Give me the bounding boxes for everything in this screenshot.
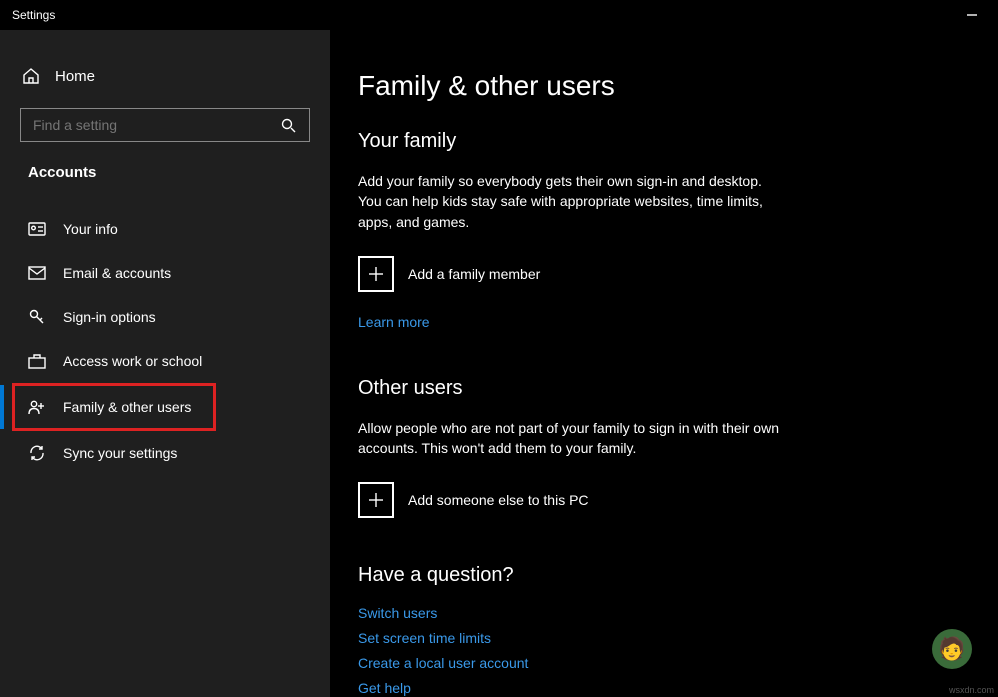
page-title: Family & other users	[358, 70, 964, 102]
main-content: Family & other users Your family Add you…	[330, 30, 998, 697]
key-icon	[28, 308, 46, 326]
plus-icon	[358, 482, 394, 518]
search-box[interactable]	[20, 108, 310, 142]
avatar[interactable]: 🧑	[932, 629, 972, 669]
nav-label: Sign-in options	[63, 309, 156, 325]
window-title: Settings	[12, 8, 55, 22]
nav-label: Access work or school	[63, 353, 202, 369]
question-heading: Have a question?	[358, 564, 964, 587]
home-button[interactable]: Home	[4, 58, 330, 94]
add-other-button[interactable]: Add someone else to this PC	[358, 482, 964, 518]
others-desc: Allow people who are not part of your fa…	[358, 418, 788, 459]
family-desc: Add your family so everybody gets their …	[358, 171, 788, 232]
add-other-label: Add someone else to this PC	[408, 492, 589, 508]
window-controls	[949, 0, 994, 30]
nav-label: Family & other users	[63, 399, 191, 415]
search-input[interactable]	[33, 117, 279, 133]
nav-list: Your info Email & accounts Sign-in optio…	[0, 207, 330, 475]
nav-item-signin[interactable]: Sign-in options	[0, 295, 330, 339]
plus-icon	[358, 256, 394, 292]
search-container	[20, 108, 310, 142]
family-heading: Your family	[358, 130, 964, 153]
people-icon	[28, 398, 46, 416]
sidebar: Home Accounts Your info Em	[0, 30, 330, 697]
nav-item-your-info[interactable]: Your info	[0, 207, 330, 251]
briefcase-icon	[28, 352, 46, 370]
id-card-icon	[28, 220, 46, 238]
link-switch-users[interactable]: Switch users	[358, 605, 964, 621]
nav-label: Your info	[63, 221, 118, 237]
nav-item-email[interactable]: Email & accounts	[0, 251, 330, 295]
minimize-button[interactable]	[949, 0, 994, 30]
avatar-icon: 🧑	[938, 636, 965, 662]
sync-icon	[28, 444, 46, 462]
home-icon	[22, 67, 40, 85]
nav-item-work[interactable]: Access work or school	[0, 339, 330, 383]
search-icon	[279, 116, 297, 134]
link-time-limits[interactable]: Set screen time limits	[358, 630, 964, 646]
add-family-label: Add a family member	[408, 266, 540, 282]
nav-label: Sync your settings	[63, 445, 177, 461]
titlebar: Settings	[0, 0, 998, 30]
add-family-button[interactable]: Add a family member	[358, 256, 964, 292]
learn-more-link[interactable]: Learn more	[358, 314, 964, 330]
others-heading: Other users	[358, 377, 964, 400]
home-label: Home	[55, 68, 95, 85]
nav-item-family[interactable]: Family & other users	[14, 385, 214, 429]
nav-item-sync[interactable]: Sync your settings	[0, 431, 330, 475]
nav-label: Email & accounts	[63, 265, 171, 281]
mail-icon	[28, 264, 46, 282]
link-get-help[interactable]: Get help	[358, 680, 964, 696]
category-label: Accounts	[0, 164, 330, 191]
link-local-account[interactable]: Create a local user account	[358, 655, 964, 671]
watermark: wsxdn.com	[949, 685, 994, 695]
